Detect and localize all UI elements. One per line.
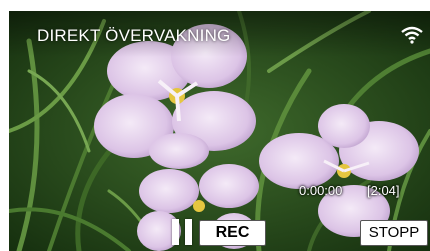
pause-icon[interactable] bbox=[171, 219, 193, 245]
screen-title: DIREKT ÖVERVAKNING bbox=[37, 26, 231, 45]
title-bar: DIREKT ÖVERVAKNING bbox=[9, 11, 430, 57]
remaining-time: [2:04] bbox=[367, 183, 400, 198]
live-monitor-view: DIREKT ÖVERVAKNING 0:00:00 [2:04] REC ST… bbox=[9, 11, 430, 251]
stop-button[interactable]: STOPP bbox=[360, 220, 428, 246]
rec-button[interactable]: REC bbox=[199, 220, 266, 246]
recording-time-readout: 0:00:00 [2:04] bbox=[299, 183, 419, 201]
elapsed-time: 0:00:00 bbox=[299, 183, 343, 198]
wifi-icon bbox=[401, 26, 423, 44]
